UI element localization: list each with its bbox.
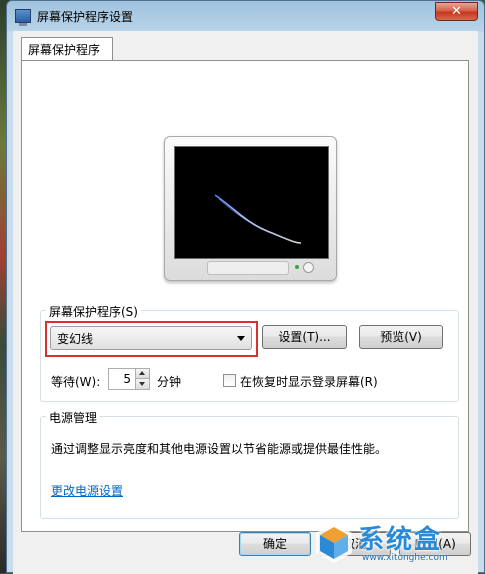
change-power-settings-link[interactable]: 更改电源设置 <box>51 482 123 499</box>
ribbon-preview-graphic <box>214 194 302 244</box>
dialog-client-area: 屏幕保护程序 屏幕保护程序(S) 变幻线 设置(T)... 预览(V) 等待(W… <box>13 31 478 574</box>
screensaver-group: 屏幕保护程序(S) 变幻线 设置(T)... 预览(V) 等待(W): 5 分钟… <box>40 303 459 402</box>
wait-minutes-value: 5 <box>123 372 131 386</box>
watermark-text: 系统盒 <box>358 525 443 555</box>
tab-screensaver[interactable]: 屏幕保护程序 <box>21 37 113 61</box>
power-led-icon <box>295 265 299 269</box>
power-management-group: 电源管理 通过调整显示亮度和其他电源设置以节省能源或提供最佳性能。 更改电源设置 <box>40 409 459 519</box>
screensaver-group-label: 屏幕保护程序(S) <box>46 303 141 320</box>
screensaver-select[interactable]: 变幻线 <box>50 326 252 350</box>
screensaver-select-value: 变幻线 <box>57 332 94 346</box>
power-button-icon <box>303 262 314 273</box>
resume-login-checkbox[interactable] <box>223 374 236 387</box>
preview-screen <box>174 146 329 259</box>
settings-button[interactable]: 设置(T)... <box>262 325 347 349</box>
monitor-icon <box>15 9 31 26</box>
watermark-url: www.xitonghe.com <box>362 553 448 563</box>
preview-button[interactable]: 预览(V) <box>359 325 443 349</box>
wait-label: 等待(W): <box>51 375 101 389</box>
ok-button[interactable]: 确定 <box>239 532 311 556</box>
title-bar[interactable]: 屏幕保护程序设置 ✕ <box>7 1 484 31</box>
monitor-base-slot <box>207 261 289 275</box>
tab-panel: 屏幕保护程序(S) 变幻线 设置(T)... 预览(V) 等待(W): 5 分钟… <box>21 60 469 532</box>
wait-minutes-stepper[interactable]: 5 <box>108 368 150 390</box>
power-description: 通过调整显示亮度和其他电源设置以节省能源或提供最佳性能。 <box>51 442 388 456</box>
watermark: 系统盒 www.xitonghe.com <box>312 517 482 571</box>
watermark-logo-icon <box>316 523 352 563</box>
resume-login-label[interactable]: 在恢复时显示登录屏幕(R) <box>240 373 378 390</box>
screensaver-settings-window: 屏幕保护程序设置 ✕ 屏幕保护程序 屏幕保护程序(S) 变幻线 设置(T)...… <box>6 0 485 574</box>
power-group-label: 电源管理 <box>46 409 101 426</box>
spin-down-icon[interactable] <box>135 379 149 389</box>
spin-up-icon[interactable] <box>135 369 149 379</box>
close-button[interactable]: ✕ <box>435 2 478 21</box>
monitor-preview <box>164 136 337 281</box>
chevron-down-icon <box>237 336 245 341</box>
wait-unit-label: 分钟 <box>157 375 182 389</box>
window-title: 屏幕保护程序设置 <box>37 10 134 24</box>
